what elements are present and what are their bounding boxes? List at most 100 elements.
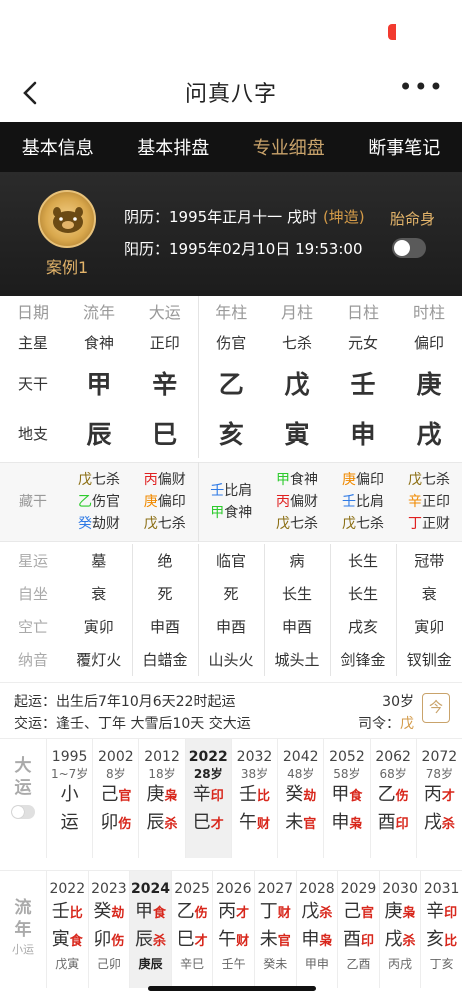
liunian-column[interactable]: 2022 壬比 寅食 戊寅 bbox=[46, 871, 88, 988]
dayun-branch: 巳才 bbox=[186, 810, 231, 838]
canggan-god: 七杀 bbox=[290, 516, 318, 532]
dayun-year: 2032 bbox=[236, 749, 273, 765]
canggan-god: 偏财 bbox=[290, 494, 318, 510]
kongwang-cell: 申酉 bbox=[132, 610, 199, 643]
branch-god: 杀 bbox=[441, 817, 455, 832]
dayun-label-char: 运 bbox=[14, 778, 32, 798]
dayun-column[interactable]: 2002 8岁 己官 卯伤 bbox=[92, 739, 138, 858]
stem-god: 杀 bbox=[319, 906, 333, 921]
dayun-column[interactable]: 1995 1~7岁小运 bbox=[46, 739, 92, 858]
canggan-stem: 丁 bbox=[408, 516, 422, 532]
liunian-stem: 丁财 bbox=[255, 899, 296, 927]
canggan-god: 偏财 bbox=[157, 472, 186, 488]
xiaoyun-ganzhi: 辛巳 bbox=[180, 957, 205, 971]
liunian-column[interactable]: 2023 癸劫 卯伤 己卯 bbox=[87, 871, 130, 988]
dayun-branch: 卯伤 bbox=[93, 810, 138, 838]
dizhi-cell[interactable]: 巳 bbox=[132, 408, 198, 458]
liunian-column[interactable]: 2029 己官 酉印 乙酉 bbox=[337, 871, 379, 988]
dayun-year: 2042 bbox=[282, 749, 319, 765]
today-button[interactable]: 今 bbox=[422, 693, 450, 723]
branch-char: 申 bbox=[331, 812, 350, 833]
branch-god: 印 bbox=[395, 817, 409, 832]
stars-table: 星运 墓 绝 临官 病 长生 冠带 自坐 衰 死 死 长生 长生 衰 空亡 寅卯… bbox=[0, 544, 462, 676]
taiyuan-toggle[interactable] bbox=[392, 238, 426, 258]
dizhi-cell[interactable]: 亥 bbox=[197, 408, 264, 458]
kongwang-cell: 戌亥 bbox=[330, 610, 397, 643]
tab-notes[interactable]: 断事笔记 bbox=[368, 134, 440, 160]
zhuxing-cell: 七杀 bbox=[281, 333, 312, 352]
canggan-god: 食神 bbox=[224, 505, 253, 521]
canggan-god: 七杀 bbox=[157, 516, 186, 532]
row-label: 纳音 bbox=[17, 651, 48, 669]
zodiac-pig-avatar[interactable] bbox=[38, 190, 96, 248]
liunian-stem: 戊杀 bbox=[297, 899, 338, 927]
branch-char: 亥 bbox=[426, 929, 445, 950]
liunian-column[interactable]: 2025 乙伤 巳才 辛巳 bbox=[170, 871, 213, 988]
tiangan-cell[interactable]: 戊 bbox=[264, 358, 330, 408]
canggan-stem: 壬 bbox=[342, 494, 356, 510]
canggan-stem: 甲 bbox=[210, 505, 225, 521]
stem-god: 枭 bbox=[402, 906, 416, 921]
liunian-year: 2022 bbox=[49, 881, 86, 897]
tab-basic-info[interactable]: 基本信息 bbox=[22, 134, 94, 160]
tiangan-cell[interactable]: 甲 bbox=[66, 358, 132, 408]
more-menu-icon[interactable]: ••• bbox=[399, 75, 444, 99]
tiangan-cell[interactable]: 乙 bbox=[197, 358, 264, 408]
zhuxing-cell: 元女 bbox=[347, 333, 378, 352]
canggan-god: 比肩 bbox=[224, 483, 253, 499]
canggan-stem: 庚 bbox=[342, 472, 356, 488]
liunian-column[interactable]: 2026 丙才 午财 壬午 bbox=[212, 871, 254, 988]
zizuo-cell: 长生 bbox=[330, 577, 397, 610]
canggan-god: 劫财 bbox=[92, 516, 120, 532]
liunian-column[interactable]: 2027 丁财 未官 癸未 bbox=[253, 871, 296, 988]
dizhi-cell[interactable]: 戌 bbox=[396, 408, 462, 458]
tiangan-cell[interactable]: 壬 bbox=[330, 358, 396, 408]
header-month: 月柱 bbox=[280, 303, 313, 322]
liunian-branch: 亥比 bbox=[421, 927, 462, 955]
tab-basic-chart[interactable]: 基本排盘 bbox=[137, 134, 209, 160]
branch-char: 戌 bbox=[423, 812, 442, 833]
row-label: 地支 bbox=[17, 424, 48, 443]
stem-god: 财 bbox=[277, 906, 291, 921]
branch-char: 申 bbox=[301, 929, 320, 950]
liunian-branch: 申枭 bbox=[297, 927, 338, 955]
liunian-column[interactable]: 2031 辛印 亥比 丁亥 bbox=[420, 871, 462, 988]
dayun-column[interactable]: 2032 38岁 壬比 午财 bbox=[230, 739, 277, 858]
header-day: 日柱 bbox=[346, 303, 379, 322]
dayun-column[interactable]: 2022 28岁 辛印 巳才 bbox=[184, 739, 231, 858]
stem-char: 己 bbox=[342, 901, 361, 922]
xingyun-cell: 临官 bbox=[198, 544, 265, 577]
dizhi-cell[interactable]: 寅 bbox=[264, 408, 330, 458]
profile-card: 案例1 阴历：1995年正月十一 戌时 (坤造) 阳历：1995年02月10日 1… bbox=[0, 172, 462, 296]
dayun-column[interactable]: 2012 18岁 庚枭 辰杀 bbox=[138, 739, 184, 858]
liunian-stem: 辛印 bbox=[421, 899, 462, 927]
tab-professional-chart[interactable]: 专业细盘 bbox=[253, 134, 325, 160]
dayun-column[interactable]: 2042 48岁 癸劫 未官 bbox=[277, 739, 323, 858]
back-arrow-icon[interactable] bbox=[18, 80, 44, 106]
liunian-column[interactable]: 2030 庚枭 戌杀 丙戌 bbox=[378, 871, 421, 988]
kongwang-row: 空亡 寅卯 申酉 申酉 申酉 戌亥 寅卯 bbox=[0, 610, 462, 643]
canggan-god: 伤官 bbox=[92, 494, 120, 510]
branch-char: 辰 bbox=[146, 812, 165, 833]
dayun-stem: 丙才 bbox=[417, 782, 462, 810]
tiangan-cell[interactable]: 庚 bbox=[396, 358, 462, 408]
branch-char: 午 bbox=[218, 929, 237, 950]
record-indicator bbox=[388, 24, 396, 40]
row-label: 自坐 bbox=[17, 585, 48, 603]
canggan-stem: 戊 bbox=[143, 516, 158, 532]
liunian-column[interactable]: 2028 戊杀 申枭 甲申 bbox=[295, 871, 338, 988]
dayun-column[interactable]: 2062 68岁 乙伤 酉印 bbox=[369, 739, 416, 858]
tiangan-cell[interactable]: 辛 bbox=[132, 358, 198, 408]
branch-god: 枭 bbox=[319, 934, 333, 949]
dayun-column[interactable]: 2052 58岁 甲食 申枭 bbox=[323, 739, 369, 858]
dizhi-cell[interactable]: 辰 bbox=[66, 408, 132, 458]
dayun-column[interactable]: 2072 78岁 丙才 戌杀 bbox=[415, 739, 462, 858]
dizhi-row: 地支 辰 巳 亥 寅 申 戌 bbox=[0, 408, 462, 458]
branch-god: 食 bbox=[69, 934, 83, 949]
xiaoyun-toggle[interactable] bbox=[11, 805, 35, 819]
xiaoyun-ganzhi: 甲申 bbox=[304, 957, 329, 971]
liunian-column[interactable]: 2024 甲食 辰杀 庚辰 bbox=[129, 871, 171, 988]
branch-god: 官 bbox=[277, 934, 291, 949]
stem-char: 甲 bbox=[134, 901, 153, 922]
dizhi-cell[interactable]: 申 bbox=[330, 408, 396, 458]
